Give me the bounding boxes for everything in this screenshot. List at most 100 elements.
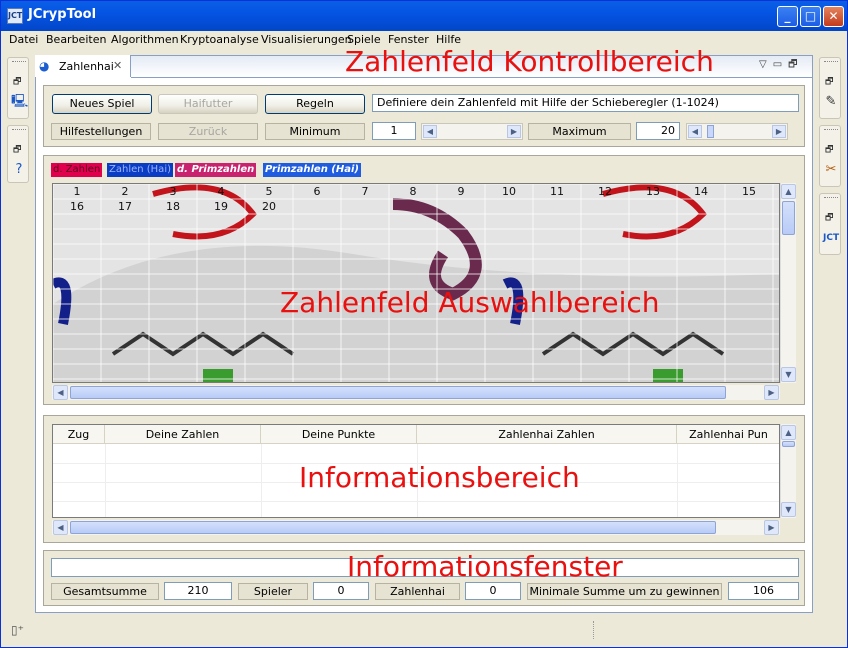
scroll-up-button[interactable]: ▲ (781, 184, 796, 199)
slider-right-arrow[interactable]: ▶ (772, 125, 786, 138)
minimum-slider[interactable]: ◀ ▶ (421, 123, 523, 140)
fast-view-icon[interactable]: ▯⁺ (11, 623, 24, 637)
right-trim-stack-3: 🗗 JCT (819, 193, 841, 255)
drag-handle[interactable] (12, 61, 26, 64)
board-cell-15[interactable]: 15 (725, 184, 773, 199)
board-cell-3[interactable]: 3 (149, 184, 197, 199)
jct-icon[interactable]: JCT (823, 230, 839, 246)
right-trim-stack-1: 🗗 ✎ (819, 57, 841, 119)
scroll-left-button[interactable]: ◀ (53, 385, 68, 400)
board-cell-11[interactable]: 11 (533, 184, 581, 199)
scroll-down-button[interactable]: ▼ (781, 367, 796, 382)
board-vertical-scrollbar[interactable]: ▲ ▼ (780, 183, 796, 383)
legend-your-numbers: d. Zahlen (51, 163, 103, 177)
scroll-down-button[interactable]: ▼ (781, 502, 796, 517)
close-button[interactable]: ✕ (823, 6, 844, 27)
computer-icon[interactable]: 🖳 (11, 94, 28, 110)
title-bar[interactable]: JCT JCrypTool _ □ ✕ (1, 1, 847, 31)
shark-icon: ◕ (39, 59, 50, 73)
board-cell-2[interactable]: 2 (101, 184, 149, 199)
table-vertical-scrollbar[interactable]: ▲ ▼ (780, 424, 796, 518)
menu-bearbeiten[interactable]: Bearbeiten (46, 33, 106, 46)
overlay-label-control: Zahlenfeld Kontrollbereich (345, 45, 714, 78)
menu-algorithmen[interactable]: Algorithmen (111, 33, 179, 46)
scroll-right-button[interactable]: ▶ (764, 520, 779, 535)
board-cell-1[interactable]: 1 (53, 184, 101, 199)
row-divider (53, 501, 779, 502)
scroll-thumb[interactable] (70, 386, 726, 399)
scroll-thumb[interactable] (782, 441, 795, 447)
restore-icon[interactable]: 🗗 (825, 142, 833, 158)
drag-handle[interactable] (824, 197, 838, 200)
slider-right-arrow[interactable]: ▶ (507, 125, 521, 138)
drag-handle[interactable] (12, 129, 26, 132)
minimize-view-icon[interactable]: ▭ (773, 59, 788, 70)
number-board[interactable]: 1 2 3 4 5 6 7 8 9 10 11 12 13 14 15 16 17 18 19 20 (52, 183, 780, 383)
back-button[interactable]: Zurück (158, 123, 258, 140)
tab-zahlenhai[interactable]: ◕ Zahlenhai ✕ (35, 55, 131, 77)
table-horizontal-scrollbar[interactable]: ◀ ▶ (52, 520, 780, 535)
overlay-label-window: Informationsfenster (347, 550, 623, 583)
board-cell-12[interactable]: 12 (581, 184, 629, 199)
slider-thumb[interactable] (707, 125, 714, 138)
maximize-button[interactable]: □ (800, 6, 821, 27)
column-header-zug[interactable]: Zug (53, 425, 105, 444)
tools-icon[interactable]: ✂ (823, 162, 839, 178)
menu-visualisierungen[interactable]: Visualisierungen (261, 33, 352, 46)
scroll-thumb[interactable] (782, 201, 795, 235)
board-cell-6[interactable]: 6 (293, 184, 341, 199)
restore-icon[interactable]: 🗗 (825, 74, 833, 90)
min-sum-label: Minimale Summe um zu gewinnen (527, 583, 722, 600)
maximum-field[interactable]: 20 (636, 122, 680, 140)
board-cell-5[interactable]: 5 (245, 184, 293, 199)
view-menu-icon[interactable]: ▽ (759, 59, 773, 70)
column-header-zahlenhai-punkte[interactable]: Zahlenhai Pun (677, 425, 779, 444)
tab-close-icon[interactable]: ✕ (113, 59, 122, 72)
edit-icon[interactable]: ✎ (823, 94, 839, 110)
shark-score-value: 0 (465, 582, 521, 600)
board-cell-14[interactable]: 14 (677, 184, 725, 199)
board-cell-17[interactable]: 17 (101, 199, 149, 214)
board-cell-10[interactable]: 10 (485, 184, 533, 199)
status-divider (593, 621, 594, 639)
help-icon[interactable]: ? (11, 162, 27, 178)
board-cell-19[interactable]: 19 (197, 199, 245, 214)
tab-label: Zahlenhai (59, 60, 114, 73)
board-cell-8[interactable]: 8 (389, 184, 437, 199)
menu-kryptoanalyse[interactable]: Kryptoanalyse (180, 33, 259, 46)
shark-food-button[interactable]: Haifutter (158, 94, 258, 114)
board-cell-7[interactable]: 7 (341, 184, 389, 199)
column-header-deine-punkte[interactable]: Deine Punkte (261, 425, 417, 444)
board-cell-18[interactable]: 18 (149, 199, 197, 214)
scroll-up-button[interactable]: ▲ (781, 425, 796, 440)
scroll-right-button[interactable]: ▶ (764, 385, 779, 400)
slider-left-arrow[interactable]: ◀ (423, 125, 437, 138)
restore-icon[interactable]: 🗗 (13, 142, 21, 158)
scroll-left-button[interactable]: ◀ (53, 520, 68, 535)
maximize-view-icon[interactable]: 🗗 (788, 59, 803, 70)
status-bar: ▯⁺ (1, 615, 847, 647)
minimum-label: Minimum (265, 123, 365, 140)
menu-datei[interactable]: Datei (9, 33, 38, 46)
minimize-button[interactable]: _ (777, 6, 798, 27)
minimum-field[interactable]: 1 (372, 122, 416, 140)
scroll-thumb[interactable] (70, 521, 716, 534)
board-cell-16[interactable]: 16 (53, 199, 101, 214)
column-header-zahlenhai-zahlen[interactable]: Zahlenhai Zahlen (417, 425, 677, 444)
restore-icon[interactable]: 🗗 (825, 210, 833, 226)
hints-button[interactable]: Hilfestellungen (51, 123, 151, 140)
slider-left-arrow[interactable]: ◀ (688, 125, 702, 138)
board-cell-4[interactable]: 4 (197, 184, 245, 199)
drag-handle[interactable] (824, 61, 838, 64)
drag-handle[interactable] (824, 129, 838, 132)
board-cell-9[interactable]: 9 (437, 184, 485, 199)
rules-button[interactable]: Regeln (265, 94, 365, 114)
column-divider (677, 444, 678, 517)
column-header-deine-zahlen[interactable]: Deine Zahlen (105, 425, 261, 444)
board-cell-13[interactable]: 13 (629, 184, 677, 199)
new-game-button[interactable]: Neues Spiel (52, 94, 152, 114)
maximum-slider[interactable]: ◀ ▶ (686, 123, 788, 140)
restore-icon[interactable]: 🗗 (13, 74, 21, 90)
board-cell-20[interactable]: 20 (245, 199, 293, 214)
board-horizontal-scrollbar[interactable]: ◀ ▶ (52, 385, 780, 400)
